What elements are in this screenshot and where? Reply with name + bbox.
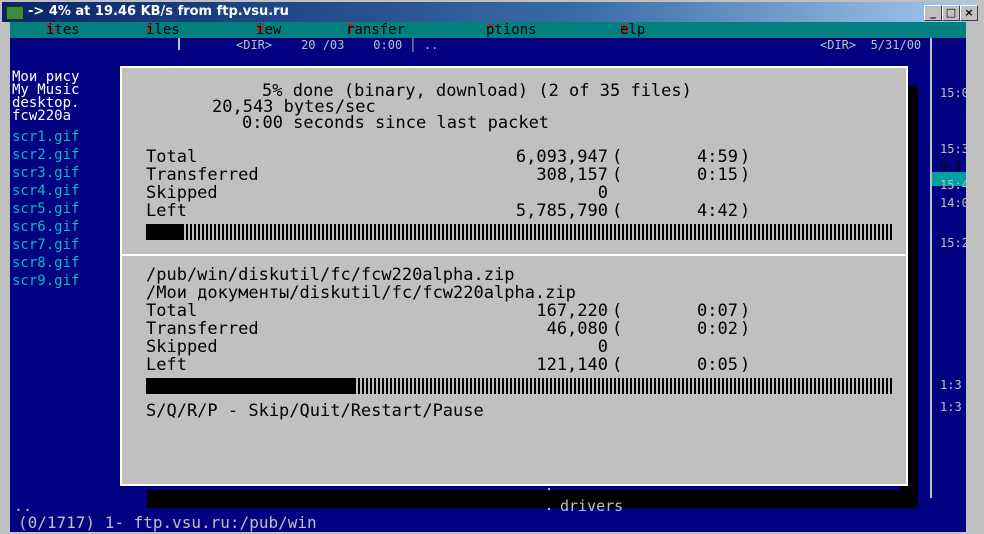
left-panel-header: <DIR> 20 /03 0:00 │ .. bbox=[236, 38, 439, 52]
list-item: 1:3 bbox=[940, 400, 962, 414]
file-skipped-label: Skipped bbox=[146, 337, 218, 357]
list-item[interactable]: scr7.gif bbox=[12, 238, 79, 252]
file-transferred-time: 0:02 bbox=[697, 319, 738, 339]
overall-progress-fill bbox=[146, 224, 184, 240]
list-item: 15:3 bbox=[940, 142, 966, 156]
overall-left-label: Left bbox=[146, 201, 187, 221]
file-left-label: Left bbox=[146, 355, 187, 375]
overall-left-value: 5,785,790 bbox=[515, 201, 608, 221]
overall-total-time: 4:59 bbox=[697, 147, 738, 167]
file-total-time: 0:07 bbox=[697, 301, 738, 321]
paren-open: ( bbox=[612, 201, 623, 221]
keyboard-hint: S/Q/R/P - Skip/Quit/Restart/Pause bbox=[146, 401, 484, 421]
list-item: 14:0 bbox=[940, 196, 966, 210]
last-packet-text: 0:00 seconds since last packet bbox=[242, 113, 550, 133]
list-item: 9:1 bbox=[940, 160, 962, 174]
paren-close: ) bbox=[740, 201, 751, 221]
list-item: 15:4 bbox=[940, 178, 966, 192]
file-left-value: 121,140 bbox=[536, 355, 608, 375]
paren-close: ) bbox=[740, 147, 751, 167]
paren-close: ) bbox=[740, 165, 751, 185]
paren-close: ) bbox=[740, 319, 751, 339]
overall-skipped-value: 0 bbox=[597, 183, 608, 203]
file-transferred-value: 46,080 bbox=[546, 319, 608, 339]
list-item: 15:2 bbox=[940, 236, 966, 250]
file-left-time: 0:05 bbox=[697, 355, 738, 375]
list-item[interactable]: scr4.gif bbox=[12, 184, 79, 198]
left-parent-dir[interactable]: .. bbox=[14, 498, 32, 514]
source-path: /pub/win/diskutil/fc/fcw220alpha.zip bbox=[146, 265, 515, 285]
list-item[interactable]: scr2.gif bbox=[12, 148, 79, 162]
right-current-item[interactable]: drivers bbox=[560, 498, 623, 514]
dialog-separator bbox=[122, 254, 906, 256]
file-progress-fill bbox=[146, 378, 356, 394]
overall-transferred-label: Transferred bbox=[146, 165, 259, 185]
file-transferred-label: Transferred bbox=[146, 319, 259, 339]
overall-total-value: 6,093,947 bbox=[515, 147, 608, 167]
list-item[interactable]: scr5.gif bbox=[12, 202, 79, 216]
window-title: -> 4% at 19.46 KB/s from ftp.vsu.ru bbox=[28, 4, 289, 19]
transfer-progress-dialog: 5% done (binary, download) (2 of 35 file… bbox=[120, 66, 908, 486]
panel-footer: .. drivers bbox=[10, 498, 966, 514]
right-panel-header: <DIR> 5/31/00 bbox=[820, 38, 929, 52]
status-text: (0/1717) 1- ftp.vsu.ru:/pub/win bbox=[18, 513, 317, 532]
paren-close: ) bbox=[740, 301, 751, 321]
overall-transferred-value: 308,157 bbox=[536, 165, 608, 185]
target-path: /Мои документы/diskutil/fc/fcw220alpha.z… bbox=[146, 283, 576, 303]
file-progress-bar bbox=[146, 378, 894, 394]
overall-transferred-time: 0:15 bbox=[697, 165, 738, 185]
title-bar[interactable]: -> 4% at 19.46 KB/s from ftp.vsu.ru _ □ … bbox=[2, 2, 978, 22]
paren-open: ( bbox=[612, 165, 623, 185]
overall-total-label: Total bbox=[146, 147, 198, 167]
paren-close: ) bbox=[740, 355, 751, 375]
maximize-button[interactable]: □ bbox=[942, 5, 960, 21]
list-item[interactable]: scr8.gif bbox=[12, 256, 79, 270]
app-window: -> 4% at 19.46 KB/s from ftp.vsu.ru _ □ … bbox=[0, 0, 984, 534]
close-button[interactable]: × bbox=[960, 5, 978, 21]
minimize-button[interactable]: _ bbox=[924, 5, 942, 21]
overall-skipped-label: Skipped bbox=[146, 183, 218, 203]
status-line: (0/1717) 1- ftp.vsu.ru:/pub/win bbox=[10, 514, 966, 532]
list-item[interactable]: scr3.gif bbox=[12, 166, 79, 180]
menu-bar: Sites Files View Transfer Options Help bbox=[10, 22, 966, 38]
file-skipped-value: 0 bbox=[597, 337, 608, 357]
list-item[interactable]: scr9.gif bbox=[12, 274, 79, 288]
list-item: 15:0 bbox=[940, 86, 966, 100]
paren-open: ( bbox=[612, 355, 623, 375]
list-item[interactable]: scr1.gif bbox=[12, 130, 79, 144]
list-item[interactable]: fcw220a bbox=[12, 109, 71, 123]
paren-open: ( bbox=[612, 319, 623, 339]
paren-open: ( bbox=[612, 301, 623, 321]
file-total-value: 167,220 bbox=[536, 301, 608, 321]
paren-open: ( bbox=[612, 147, 623, 167]
panel-divider-left bbox=[178, 38, 180, 50]
overall-left-time: 4:42 bbox=[697, 201, 738, 221]
panel-divider-right bbox=[930, 38, 932, 498]
list-item[interactable]: scr6.gif bbox=[12, 220, 79, 234]
list-item: 1:3 bbox=[940, 378, 962, 392]
app-icon bbox=[6, 6, 24, 20]
overall-progress-bar bbox=[146, 224, 894, 240]
console-area: Sites Files View Transfer Options Help <… bbox=[10, 22, 966, 532]
file-total-label: Total bbox=[146, 301, 198, 321]
